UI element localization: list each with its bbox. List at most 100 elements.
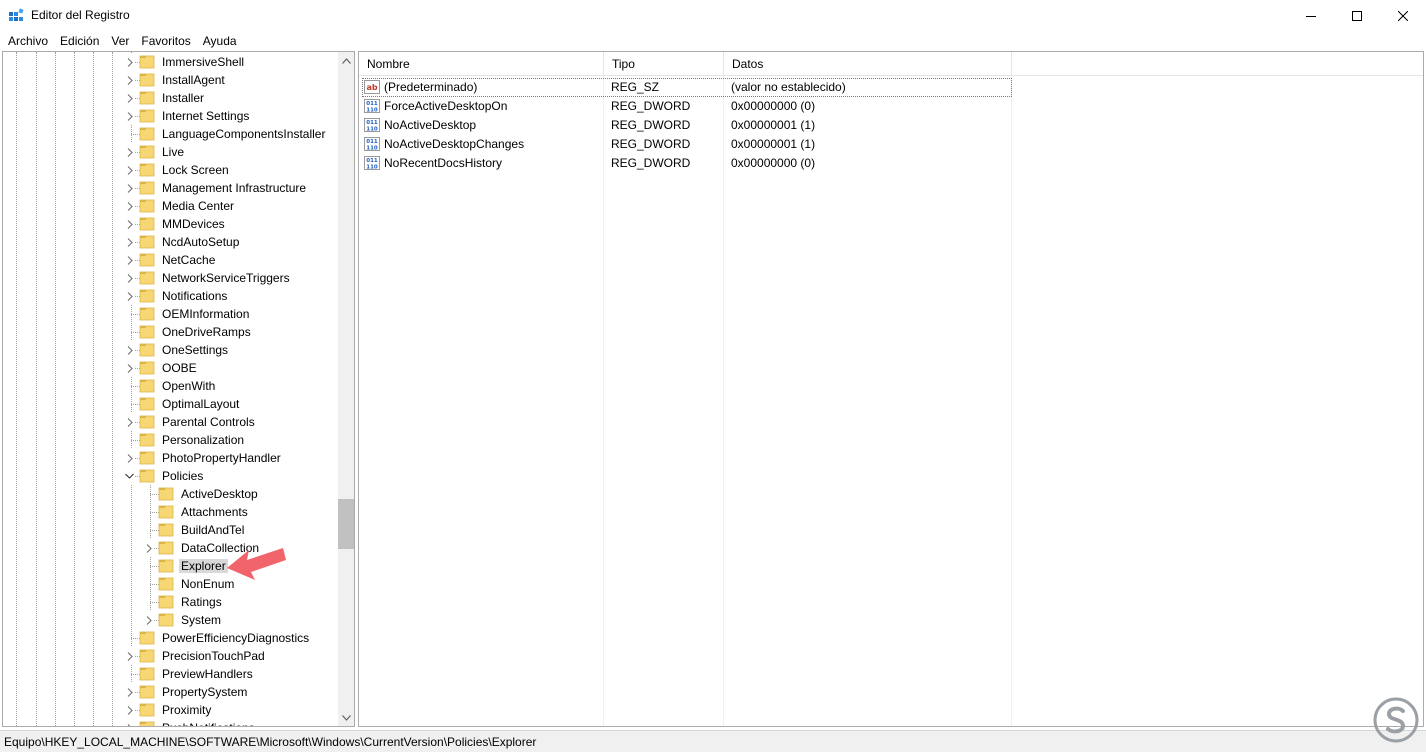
key-tree: ImmersiveShell InstallAgent Installer Inter… [3,52,338,726]
minimize-button[interactable] [1288,0,1334,31]
chevron-up-icon [341,57,351,64]
chevron-right-icon[interactable] [125,71,134,89]
svg-text:011: 011 [366,158,378,164]
tree-node-personalization[interactable]: Personalization [3,431,338,449]
tree-node-system[interactable]: System [3,611,338,629]
tree-node-installagent[interactable]: InstallAgent [3,71,338,89]
chevron-right-icon[interactable] [125,701,134,719]
value-row-noactivedesktop[interactable]: 011 110 NoActiveDesktop REG_DWORD 0x00000001… [362,116,1012,135]
tree-node-networkservicetriggers[interactable]: NetworkServiceTriggers [3,269,338,287]
title-bar[interactable]: Editor del Registro [0,0,1426,31]
tree-node-nonenum[interactable]: NonEnum [3,575,338,593]
tree-node-onedriveramps[interactable]: OneDriveRamps [3,323,338,341]
chevron-right-icon[interactable] [125,683,134,701]
tree-node-notifications[interactable]: Notifications [3,287,338,305]
chevron-right-icon[interactable] [125,251,134,269]
chevron-right-icon[interactable] [144,539,153,557]
value-data: 0x00000001 (1) [731,118,816,132]
maximize-button[interactable] [1334,0,1380,31]
chevron-right-icon[interactable] [125,161,134,179]
chevron-right-icon[interactable] [125,107,134,125]
tree-node-oeminformation[interactable]: OEMInformation [3,305,338,323]
tree-node-powerefficiencydiagnostics[interactable]: PowerEfficiencyDiagnostics [3,629,338,647]
tree-node-previewhandlers[interactable]: PreviewHandlers [3,665,338,683]
value-data: 0x00000000 (0) [731,99,816,113]
tree-node-optimallayout[interactable]: OptimalLayout [3,395,338,413]
dword-value-icon: 011110 [364,118,380,132]
menu-ayuda[interactable]: Ayuda [197,31,243,51]
scroll-thumb[interactable] [338,499,354,549]
chevron-right-icon[interactable] [125,647,134,665]
value-row-forceactivedesktopon[interactable]: 011 110 ForceActiveDesktopOn REG_DWORD 0x000… [362,97,1012,116]
tree-node-activedesktop[interactable]: ActiveDesktop [3,485,338,503]
tree-node-media-center[interactable]: Media Center [3,197,338,215]
tree-node-oobe[interactable]: OOBE [3,359,338,377]
chevron-right-icon[interactable] [125,89,134,107]
menu-archivo[interactable]: Archivo [2,31,54,51]
chevron-right-icon[interactable] [125,197,134,215]
column-header-type[interactable]: Tipo [604,52,724,76]
column-header-name[interactable]: Nombre [359,52,604,76]
key-tree-pane[interactable]: ImmersiveShell InstallAgent Installer Inter… [2,51,355,727]
key-path: Equipo\HKEY_LOCAL_MACHINE\SOFTWARE\Micro… [4,735,537,749]
values-list-pane[interactable]: Nombre Tipo Datos ab (Predeterminado) REG_… [358,51,1424,727]
tree-node-photopropertyhandler[interactable]: PhotoPropertyHandler [3,449,338,467]
tree-node-ratings[interactable]: Ratings [3,593,338,611]
tree-node-precisiontouchpad[interactable]: PrecisionTouchPad [3,647,338,665]
string-value-icon: ab [364,80,380,94]
chevron-right-icon[interactable] [125,413,134,431]
scroll-up-button[interactable] [338,52,354,69]
tree-node-attachments[interactable]: Attachments [3,503,338,521]
svg-text:011: 011 [366,101,378,107]
tree-node-languagecomponentsinstaller[interactable]: LanguageComponentsInstaller [3,125,338,143]
menu-edicion[interactable]: Edición [54,31,105,51]
tree-node-policies[interactable]: Policies [3,467,338,485]
tree-node-datacollection[interactable]: DataCollection [3,539,338,557]
chevron-right-icon[interactable] [125,359,134,377]
chevron-right-icon[interactable] [125,233,134,251]
menu-ver[interactable]: Ver [105,31,135,51]
tree-node-live[interactable]: Live [3,143,338,161]
chevron-right-icon[interactable] [144,611,153,629]
chevron-right-icon[interactable] [125,179,134,197]
value-type: REG_DWORD [611,137,691,151]
tree-node-internet-settings[interactable]: Internet Settings [3,107,338,125]
svg-text:110: 110 [366,127,378,133]
tree-node-installer[interactable]: Installer [3,89,338,107]
close-button[interactable] [1380,0,1426,31]
chevron-right-icon[interactable] [125,143,134,161]
tree-node-management-infrastructure[interactable]: Management Infrastructure [3,179,338,197]
tree-node-parental-controls[interactable]: Parental Controls [3,413,338,431]
chevron-right-icon[interactable] [125,719,134,726]
column-header-data[interactable]: Datos [724,52,1012,76]
value-row-predeterminado[interactable]: ab (Predeterminado) REG_SZ (valor no establ… [362,78,1012,97]
tree-node-mmdevices[interactable]: MMDevices [3,215,338,233]
tree-node-onesettings[interactable]: OneSettings [3,341,338,359]
chevron-down-icon[interactable] [125,467,134,485]
tree-node-ncdautosetup[interactable]: NcdAutoSetup [3,233,338,251]
tree-node-buildandtel[interactable]: BuildAndTel [3,521,338,539]
tree-node-immersiveshell[interactable]: ImmersiveShell [3,53,338,71]
tree-node-pushnotifications[interactable]: PushNotifications [3,719,338,726]
menu-favoritos[interactable]: Favoritos [135,31,196,51]
tree-node-openwith[interactable]: OpenWith [3,377,338,395]
tree-node-netcache[interactable]: NetCache [3,251,338,269]
tree-node-label: PowerEfficiencyDiagnostics [162,631,310,645]
tree-node-label: Parental Controls [162,415,255,429]
chevron-right-icon[interactable] [125,449,134,467]
column-divider [1011,76,1012,726]
scroll-down-button[interactable] [338,709,354,726]
folder-icon [139,235,155,249]
chevron-right-icon[interactable] [125,287,134,305]
value-row-noactivedesktopchanges[interactable]: 011 110 NoActiveDesktopChanges REG_DWORD 0x0… [362,135,1012,154]
value-row-norecentdocshistory[interactable]: 011 110 NoRecentDocsHistory REG_DWORD 0x0000… [362,154,1012,173]
chevron-right-icon[interactable] [125,53,134,71]
chevron-right-icon[interactable] [125,215,134,233]
tree-node-proximity[interactable]: Proximity [3,701,338,719]
tree-scrollbar[interactable] [338,52,354,726]
tree-node-propertysystem[interactable]: PropertySystem [3,683,338,701]
tree-node-explorer[interactable]: Explorer [3,557,338,575]
tree-node-lock-screen[interactable]: Lock Screen [3,161,338,179]
chevron-right-icon[interactable] [125,341,134,359]
chevron-right-icon[interactable] [125,269,134,287]
